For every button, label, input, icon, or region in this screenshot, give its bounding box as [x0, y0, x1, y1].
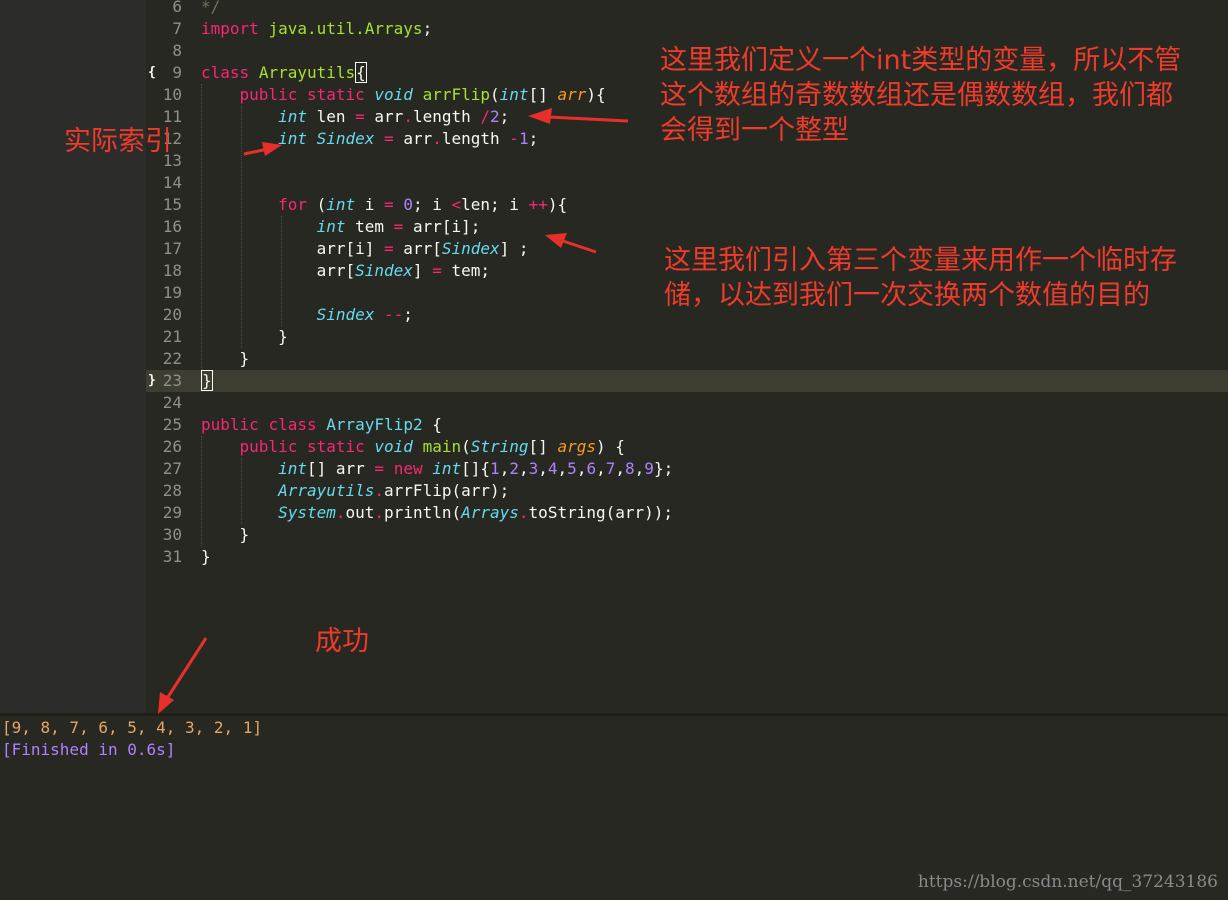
console-finished-line: [Finished in 0.6s] [2, 740, 176, 759]
annotation-int-line3: 会得到一个整型 [660, 115, 849, 146]
annotation-index: 实际索引 [64, 126, 172, 157]
code-line: public static void arrFlip(int[] arr){ [239, 85, 606, 104]
line-number: 19 [162, 283, 182, 302]
line-number: 7 [172, 19, 182, 38]
line-number: 27 [162, 459, 182, 478]
line-number: 26 [162, 437, 182, 456]
line-number: 25 [162, 415, 182, 434]
code-line: public class ArrayFlip2 { [201, 415, 442, 434]
line-number: 28 [162, 481, 182, 500]
code-line: System.out.println(Arrays.toString(arr))… [278, 503, 674, 522]
fold-marker-close-icon[interactable]: } [148, 370, 158, 392]
line-number: 31 [162, 547, 182, 566]
code-line: } [201, 525, 250, 544]
line-number: 15 [162, 195, 182, 214]
code-line: int Sindex = arr.length -1; [278, 129, 539, 148]
code-line: int len = arr.length /2; [278, 107, 510, 126]
watermark: https://blog.csdn.net/qq_37243186 [917, 872, 1218, 892]
annotation-swap-line2: 储，以达到我们一次交换两个数值的目的 [664, 280, 1150, 311]
line-number: 22 [162, 349, 182, 368]
code-line: Arrayutils.arrFlip(arr); [278, 481, 510, 500]
line-number: 10 [162, 85, 182, 104]
code-line: Sindex --; [316, 305, 413, 324]
line-number: 17 [162, 239, 182, 258]
code-line: public static void main(String[] args) { [239, 437, 625, 456]
code-line: int tem = arr[i]; [316, 217, 481, 236]
annotation-swap-line1: 这里我们引入第三个变量来用作一个临时存 [664, 245, 1177, 276]
line-number: 21 [162, 327, 182, 346]
code-line: class Arrayutils{ [201, 62, 367, 83]
annotation-int-line1: 这里我们定义一个int类型的变量，所以不管 [660, 45, 1182, 76]
code-line: arr[i] = arr[Sindex] ; [201, 239, 529, 258]
sidebar-strip [0, 0, 146, 713]
code-line: } [201, 547, 211, 566]
console-output-line: [9, 8, 7, 6, 5, 4, 3, 2, 1] [2, 718, 263, 737]
code-line: int[] arr = new int[]{1,2,3,4,5,6,7,8,9}… [278, 459, 674, 478]
line-number: 14 [162, 173, 182, 192]
code-line: arr[Sindex] = tem; [201, 261, 490, 280]
line-number: 16 [162, 217, 182, 236]
line-number: 6 [172, 0, 182, 16]
annotation-int-line2: 这个数组的奇数数组还是偶数数组，我们都 [660, 80, 1173, 111]
line-number: 29 [162, 503, 182, 522]
code-line: */ [201, 0, 221, 16]
code-line: } [201, 327, 288, 346]
code-line: import java.util.Arrays; [201, 19, 433, 38]
code-line: } [201, 349, 250, 368]
code-line: for (int i = 0; i <len; i ++){ [278, 195, 568, 214]
line-number: 30 [162, 525, 182, 544]
fold-marker-open-icon[interactable]: { [148, 62, 158, 84]
line-number: 20 [162, 305, 182, 324]
annotation-success: 成功 [315, 626, 369, 657]
code-line: } [201, 370, 213, 391]
line-number: 24 [162, 393, 182, 412]
line-number: 18 [162, 261, 182, 280]
line-number: 8 [172, 41, 182, 60]
